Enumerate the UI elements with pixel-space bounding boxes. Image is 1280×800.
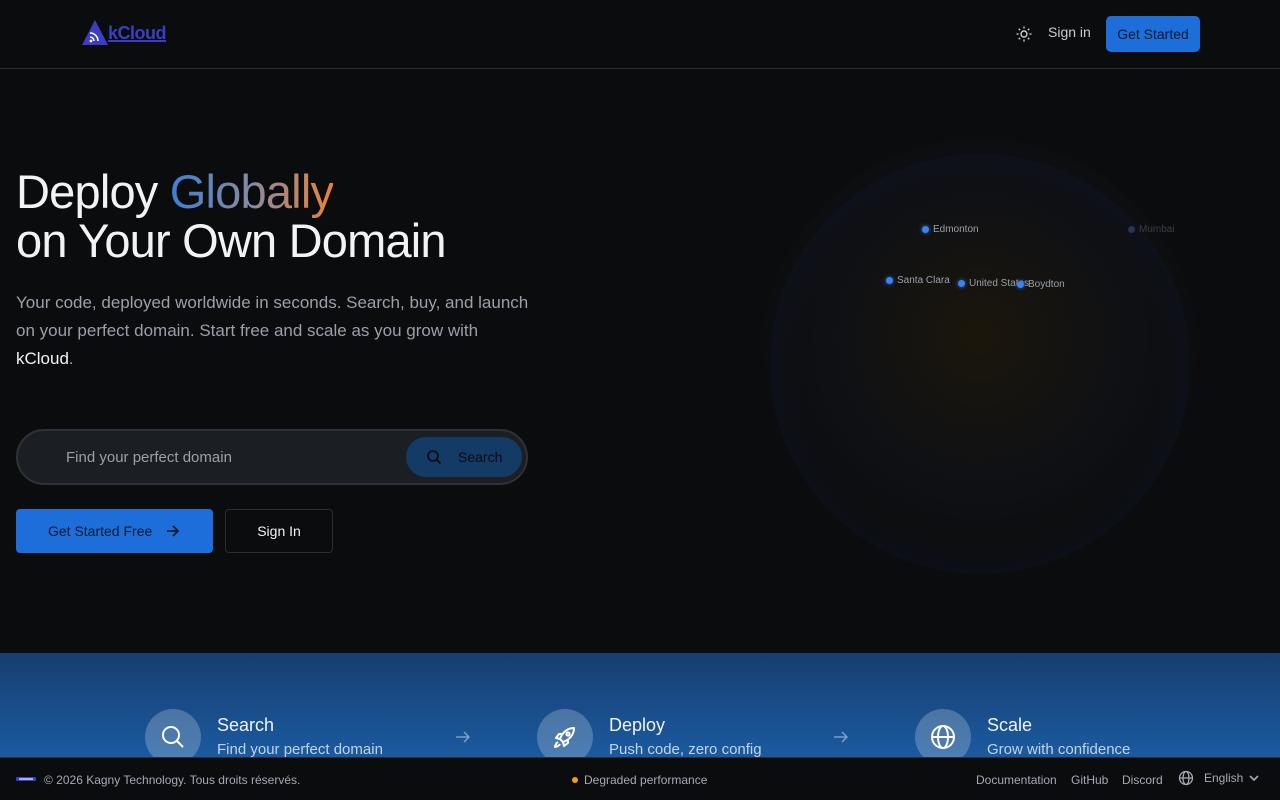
logo-text: kCloud xyxy=(108,22,167,43)
footer-link-discord[interactable]: Discord xyxy=(1122,773,1163,787)
copyright-text: © 2026 Kagny Technology. Tous droits rés… xyxy=(44,773,301,787)
top-navbar: kCloud Sign in Get Started xyxy=(0,0,1280,69)
get-started-free-button[interactable]: Get Started Free xyxy=(16,509,213,553)
footer-link-documentation[interactable]: Documentation xyxy=(976,773,1057,787)
city-marker: Santa Clara xyxy=(886,275,950,286)
city-marker: Mumbai xyxy=(1128,224,1175,235)
footer-link-github[interactable]: GitHub xyxy=(1071,773,1108,787)
step-icon-circle xyxy=(537,709,593,757)
domain-search-bar: Search xyxy=(16,429,528,485)
steps-section: Search Find your perfect domain Deploy P… xyxy=(0,653,1280,757)
theme-toggle-button[interactable] xyxy=(1012,22,1036,46)
arrow-right-icon xyxy=(167,525,180,537)
step-icon-circle xyxy=(145,709,201,757)
hero-title-highlight: Globally xyxy=(169,165,334,218)
search-icon xyxy=(162,726,184,748)
footer: © 2026 Kagny Technology. Tous droits rés… xyxy=(0,757,1280,800)
arrow-right-icon xyxy=(456,731,470,743)
domain-search-input[interactable] xyxy=(66,443,396,471)
city-marker: Edmonton xyxy=(922,224,979,235)
nav-signin-link[interactable]: Sign in xyxy=(1048,24,1091,40)
logo-mark-icon xyxy=(80,19,110,47)
sun-icon xyxy=(1016,26,1032,42)
domain-search-button[interactable]: Search xyxy=(406,437,522,477)
hero-description: Your code, deployed worldwide in seconds… xyxy=(16,293,529,368)
logo[interactable]: kCloud xyxy=(80,18,170,48)
hero-title: Deploy Globally on Your Own Domain xyxy=(16,165,447,267)
nav-get-started-button[interactable]: Get Started xyxy=(1106,16,1200,52)
hero-section: Edmonton Mumbai Santa Clara United State… xyxy=(0,69,1280,653)
footer-logo-icon xyxy=(16,777,36,781)
language-selector[interactable]: English xyxy=(1178,770,1259,786)
status-dot-icon xyxy=(572,777,578,783)
city-marker: Boydton xyxy=(1017,279,1065,290)
status-indicator[interactable]: Degraded performance xyxy=(572,773,707,787)
rocket-icon xyxy=(554,727,575,748)
globe-icon xyxy=(931,725,955,749)
step-icon-circle xyxy=(915,709,971,757)
hero-signin-button[interactable]: Sign In xyxy=(225,509,333,553)
search-icon xyxy=(427,450,442,465)
globe-icon xyxy=(1178,770,1194,786)
globe-edge xyxy=(770,154,1190,574)
chevron-down-icon xyxy=(1249,775,1259,782)
arrow-right-icon xyxy=(834,731,848,743)
